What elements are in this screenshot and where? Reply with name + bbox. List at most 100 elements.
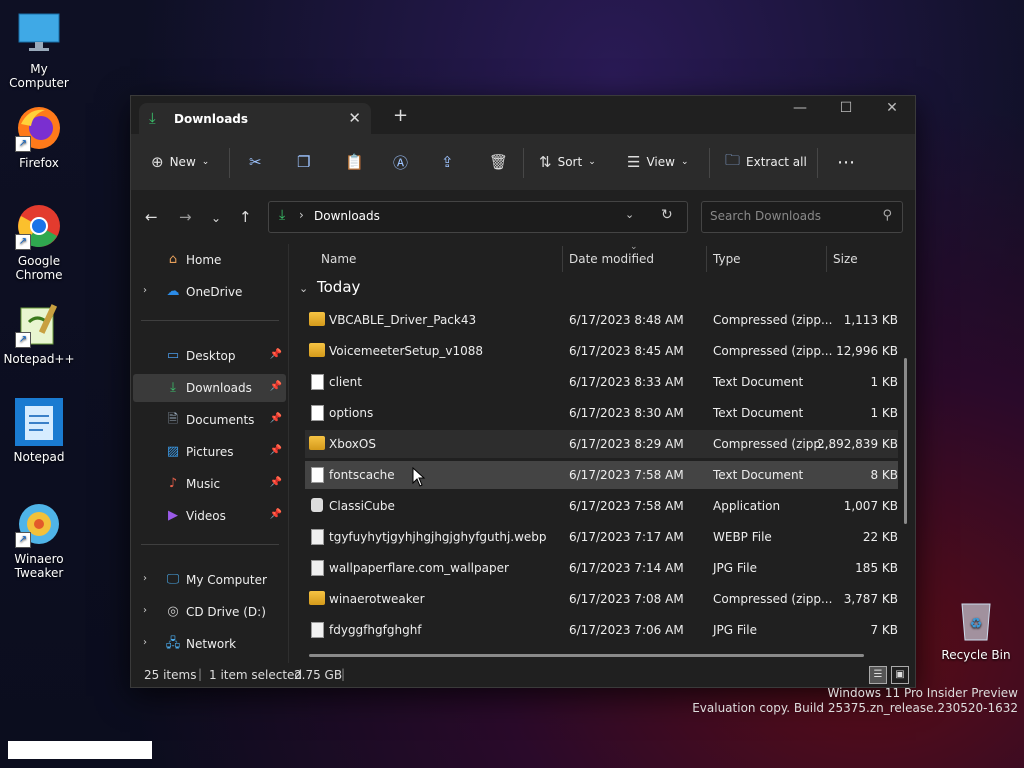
file-type: Application	[713, 499, 781, 513]
sidebar-item-home[interactable]: ⌂ Home	[133, 246, 286, 274]
recent-locations-button[interactable]: ⌄	[211, 211, 221, 225]
file-type: Compressed (zipp...	[713, 313, 833, 327]
tiles-view-button[interactable]: ▣	[891, 666, 909, 684]
rename-button[interactable]: Ⓐ	[393, 150, 408, 174]
desktop-icon-notepadpp[interactable]: ↗ Notepad++	[1, 300, 77, 366]
paste-button[interactable]: 📋	[345, 150, 364, 174]
view-button[interactable]: ☰ View ⌄	[627, 150, 688, 174]
desktop-icon-my-computer[interactable]: My Computer	[1, 10, 77, 90]
sidebar-item-music[interactable]: ♪ Music 📌	[133, 470, 286, 498]
file-type: Text Document	[713, 375, 804, 389]
watermark-line: Evaluation copy. Build 25375.zn_release.…	[692, 701, 1018, 715]
desktop-icon-chrome[interactable]: ↗ Google Chrome	[1, 202, 77, 282]
music-icon: ♪	[168, 476, 178, 491]
desktop-icon-recycle-bin[interactable]: ♻ Recycle Bin	[938, 598, 1014, 662]
pin-icon[interactable]: 📌	[270, 509, 282, 520]
desktop-icon-notepad[interactable]: Notepad	[1, 398, 77, 464]
file-row[interactable]: winaerotweaker 6/17/2023 7:08 AM Compresse…	[305, 585, 898, 613]
sort-label: Sort	[557, 155, 583, 169]
group-header-today[interactable]: ⌄ Today	[297, 278, 360, 296]
file-row[interactable]: fontscache 6/17/2023 7:58 AM Text Document…	[305, 461, 898, 489]
up-button[interactable]: ↑	[239, 208, 252, 226]
address-bar[interactable]: ⤓ › Downloads ⌄ ↻	[268, 201, 688, 233]
mouse-cursor-icon	[412, 467, 426, 487]
sidebar-item-videos[interactable]: ▶ Videos 📌	[133, 502, 286, 530]
pane-divider[interactable]	[288, 244, 289, 664]
file-row[interactable]: VBCABLE_Driver_Pack43 6/17/2023 8:48 AM Co…	[305, 306, 898, 334]
details-view-button[interactable]: ☰	[869, 666, 887, 684]
breadcrumb-chevron-icon: ›	[299, 208, 304, 222]
new-tab-button[interactable]: +	[393, 105, 408, 126]
file-name: winaerotweaker	[329, 592, 425, 606]
file-row[interactable]: ClassiCube 6/17/2023 7:58 AM Application 1,…	[305, 492, 898, 520]
collapse-chevron-icon[interactable]: ⌄	[299, 282, 308, 295]
column-header-date[interactable]: Date modified	[569, 252, 654, 278]
pin-icon[interactable]: 📌	[270, 477, 282, 488]
desktop-icon-winaero[interactable]: ↗ Winaero Tweaker	[1, 500, 77, 580]
file-row[interactable]: tgyfuyhytjgyhjhgjhgjghyfguthj.webp 6/17/2…	[305, 523, 898, 551]
sidebar-item-network[interactable]: › 🖧 Network	[133, 630, 286, 658]
column-divider[interactable]	[562, 246, 563, 272]
tab-title: Downloads	[174, 112, 249, 126]
close-tab-icon[interactable]: ✕	[348, 109, 361, 127]
file-type: Compressed (zipp...	[713, 344, 833, 358]
column-header-name[interactable]: Name	[321, 252, 356, 278]
sidebar-item-pictures[interactable]: ▨ Pictures 📌	[133, 438, 286, 466]
pin-icon[interactable]: 📌	[270, 413, 282, 424]
expand-chevron-icon[interactable]: ›	[143, 637, 147, 648]
extract-all-button[interactable]: 🗀 Extract all	[725, 150, 807, 174]
copy-button[interactable]: ❐	[297, 150, 310, 174]
column-divider[interactable]	[706, 246, 707, 272]
sidebar-item-documents[interactable]: 🗎 Documents 📌	[133, 406, 286, 434]
sort-button[interactable]: ⇅ Sort ⌄	[539, 150, 596, 174]
file-row[interactable]: options 6/17/2023 8:30 AM Text Document 1 K…	[305, 399, 898, 427]
maximize-button[interactable]: ☐	[823, 100, 869, 116]
file-row[interactable]: VoicemeeterSetup_v1088 6/17/2023 8:45 AM C…	[305, 337, 898, 365]
forward-button[interactable]: →	[179, 208, 192, 226]
column-header-size[interactable]: Size	[833, 252, 858, 278]
back-button[interactable]: ←	[145, 208, 158, 226]
sidebar-item-desktop[interactable]: ▭ Desktop 📌	[133, 342, 286, 370]
sidebar-item-cd-drive[interactable]: › ◎ CD Drive (D:)	[133, 598, 286, 626]
pin-icon[interactable]: 📌	[270, 445, 282, 456]
expand-chevron-icon[interactable]: ›	[143, 573, 147, 584]
delete-button[interactable]: 🗑	[489, 150, 508, 174]
minimize-button[interactable]: —	[777, 100, 823, 116]
pin-icon[interactable]: 📌	[270, 349, 282, 360]
vertical-scrollbar[interactable]	[904, 358, 907, 524]
more-options-button[interactable]: ⋯	[837, 150, 855, 174]
search-box[interactable]: Search Downloads ⚲	[701, 201, 903, 233]
file-row[interactable]: wallpaperflare.com_wallpaper 6/17/2023 7:…	[305, 554, 898, 582]
expand-chevron-icon[interactable]: ›	[143, 285, 147, 296]
separator: |	[198, 667, 203, 681]
file-row[interactable]: client 6/17/2023 8:33 AM Text Document 1 KB	[305, 368, 898, 396]
share-button[interactable]: ⇪	[441, 150, 454, 174]
file-row[interactable]: fdyggfhgfghghf 6/17/2023 7:06 AM JPG File 7…	[305, 616, 898, 644]
close-window-button[interactable]: ✕	[869, 100, 915, 116]
column-header-type[interactable]: Type	[713, 252, 741, 278]
desktop-icon-firefox[interactable]: ↗ Firefox	[1, 104, 77, 170]
cut-button[interactable]: ✂	[249, 150, 262, 174]
file-type: JPG File	[713, 561, 757, 575]
chrome-icon: ↗	[15, 202, 63, 250]
horizontal-scrollbar[interactable]	[309, 654, 864, 657]
pin-icon[interactable]: 📌	[270, 381, 282, 392]
column-divider[interactable]	[826, 246, 827, 272]
sidebar-item-downloads[interactable]: ⤓ Downloads 📌	[133, 374, 286, 402]
address-dropdown-icon[interactable]: ⌄	[625, 208, 634, 221]
command-bar: ⊕ New ⌄ ✂ ❐ 📋 Ⓐ ⇪ 🗑 ⇅ Sort ⌄ ☰ View ⌄ 🗀 …	[131, 134, 915, 191]
file-row[interactable]: XboxOS 6/17/2023 8:29 AM Compressed (zipp.…	[305, 430, 898, 458]
divider	[229, 148, 230, 178]
sidebar-item-my-computer[interactable]: › 🖵 My Computer	[133, 566, 286, 594]
expand-chevron-icon[interactable]: ›	[143, 605, 147, 616]
tab-downloads[interactable]: ⤓ Downloads ✕	[139, 103, 371, 135]
sidebar-item-onedrive[interactable]: › ☁ OneDrive	[133, 278, 286, 306]
taskbar-search-box[interactable]	[8, 741, 152, 759]
file-list: Name Date modified ⌄ Type Size ⌄ Today V…	[297, 244, 909, 664]
new-button[interactable]: ⊕ New ⌄	[151, 150, 209, 174]
file-name: ClassiCube	[329, 499, 395, 513]
winaero-tweaker-icon: ↗	[15, 500, 63, 548]
refresh-icon[interactable]: ↻	[661, 207, 673, 223]
search-icon[interactable]: ⚲	[882, 208, 892, 223]
breadcrumb-location[interactable]: Downloads	[314, 209, 380, 223]
